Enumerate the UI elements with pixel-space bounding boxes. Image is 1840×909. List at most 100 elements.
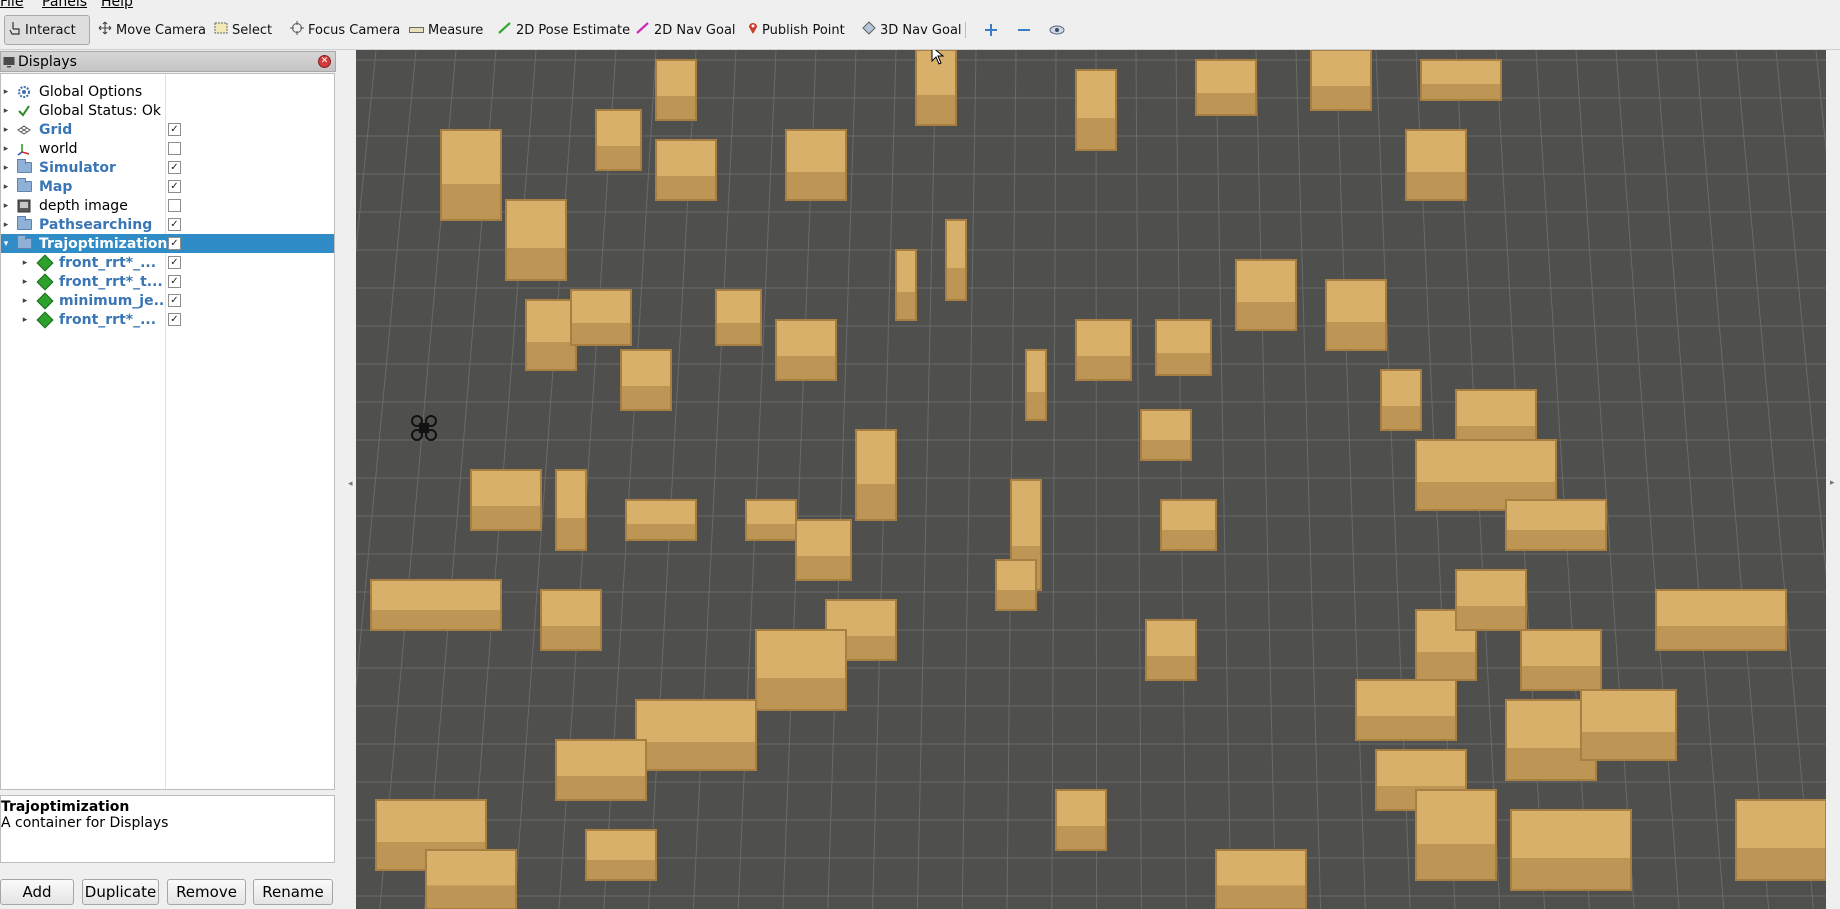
interact-button[interactable]: Interact [4,15,90,45]
add-button[interactable]: Add [0,879,74,905]
nav-goal-2d-button[interactable]: 2D Nav Goal [632,15,740,45]
display-item-trajoptimization[interactable]: ▾ Trajoptimization ✓ [1,234,334,253]
display-item-depth-image[interactable]: ▸ depth image [1,196,334,215]
move-camera-button[interactable]: Move Camera [94,15,210,45]
expand-arrow-icon[interactable]: ▸ [1,163,11,173]
voxel-shadow [1056,826,1106,850]
measure-button[interactable]: Measure [405,15,487,45]
remove-tool-button[interactable] [1011,16,1037,44]
front-rrt-3-checkbox[interactable]: ✓ [168,313,181,326]
display-item-front-rrt-2[interactable]: ▸ front_rrt*_t... ✓ [1,272,334,291]
front-rrt-1-checkbox[interactable]: ✓ [168,256,181,269]
duplicate-button[interactable]: Duplicate [82,879,159,905]
voxel-shadow [626,524,696,540]
collapse-arrow-icon[interactable]: ▾ [1,239,11,249]
voxel-shadow [1196,93,1256,115]
gear-icon [16,84,32,100]
voxel-obstacles [370,50,1826,909]
panel-splitter[interactable]: ◂ [336,51,356,909]
display-item-global-status[interactable]: ▸ Global Status: Ok [1,101,334,120]
ruler-icon [409,23,424,38]
select-button[interactable]: Select [210,15,276,45]
display-item-front-rrt-3[interactable]: ▸ front_rrt*_... ✓ [1,310,334,329]
minimum-jerk-checkbox[interactable]: ✓ [168,294,181,307]
focus-camera-button[interactable]: Focus Camera [286,15,404,45]
menu-help[interactable]: Help [101,0,133,10]
pathsearching-checkbox[interactable]: ✓ [168,218,181,231]
collapse-left-icon[interactable]: ◂ [348,479,353,489]
expand-arrow-icon[interactable]: ▸ [1,106,11,116]
depth-image-checkbox[interactable] [168,199,181,212]
expand-arrow-icon[interactable]: ▸ [1,87,11,97]
measure-label: Measure [428,22,484,38]
display-item-global-options[interactable]: ▸ Global Options [1,82,334,101]
display-item-front-rrt-1[interactable]: ▸ front_rrt*_... ✓ [1,253,334,272]
menubar: File Panels Help [0,0,1840,10]
voxel-shadow [1141,440,1191,460]
expand-arrow-icon[interactable]: ▸ [1,201,11,211]
pose-estimate-button[interactable]: 2D Pose Estimate [494,15,634,45]
grid-line [1255,50,1277,909]
remove-button[interactable]: Remove [167,879,246,905]
monitor-icon [3,56,15,67]
voxel-shadow [756,678,846,710]
voxel-shadow [471,506,541,530]
simulator-checkbox[interactable]: ✓ [168,161,181,174]
expand-arrow-icon[interactable]: ▸ [20,258,30,268]
expand-arrow-icon[interactable]: ▸ [1,125,11,135]
expand-arrow-icon[interactable]: ▸ [1,144,11,154]
checkmark-status-icon [16,103,32,119]
voxel-shadow [1456,606,1526,630]
scene-canvas[interactable] [356,50,1826,909]
view-options-button[interactable] [1044,16,1070,44]
menu-panels[interactable]: Panels [42,0,87,10]
expand-arrow-icon[interactable]: ▸ [1,220,11,230]
move-camera-label: Move Camera [116,22,207,38]
eye-icon [1049,25,1065,35]
voxel-shadow [746,524,796,540]
grid-line [737,50,777,909]
grid-line [1295,50,1322,909]
displays-title: Displays [18,53,77,70]
expand-arrow-icon[interactable]: ▸ [20,296,30,306]
display-item-grid[interactable]: ▸ Grid ✓ [1,120,334,139]
trajoptimization-checkbox[interactable]: ✓ [168,237,181,250]
menu-file[interactable]: File [0,0,23,10]
display-item-simulator[interactable]: ▸ Simulator ✓ [1,158,334,177]
world-checkbox[interactable] [168,142,181,155]
right-panel-handle[interactable]: ▸ [1826,50,1840,909]
voxel-shadow [621,386,671,410]
drone-icon [411,415,437,441]
display-item-pathsearching[interactable]: ▸ Pathsearching ✓ [1,215,334,234]
voxel-shadow [1311,86,1371,110]
expand-arrow-icon[interactable]: ▸ [1,182,11,192]
green-cube-icon [36,311,54,328]
collapse-right-icon[interactable]: ▸ [1830,478,1835,488]
display-item-map[interactable]: ▸ Map ✓ [1,177,334,196]
map-pin-icon [748,21,758,39]
display-item-label: Trajoptimization [39,235,168,252]
axes-icon [16,141,32,157]
display-item-minimum-jerk[interactable]: ▸ minimum_je... ✓ [1,291,334,310]
nav-goal-3d-button[interactable]: 3D Nav Goal [858,15,966,45]
display-item-world[interactable]: ▸ world [1,139,334,158]
display-item-label: Global Status: Ok [39,102,162,119]
front-rrt-2-checkbox[interactable]: ✓ [168,275,181,288]
diamond-icon [862,21,876,39]
grid-icon [16,122,32,138]
grid-checkbox[interactable]: ✓ [168,123,181,136]
grid-line [961,50,977,909]
voxel-shadow [856,484,896,520]
displays-tree: ▸ Global Options ▸ Global Status: Ok ▸ G… [0,73,335,790]
grid-line [1655,50,1725,909]
expand-arrow-icon[interactable]: ▸ [20,277,30,287]
publish-point-button[interactable]: Publish Point [744,15,849,45]
expand-arrow-icon[interactable]: ▸ [20,315,30,325]
focus-camera-label: Focus Camera [308,22,401,38]
3d-viewport[interactable] [356,50,1826,909]
add-tool-button[interactable] [978,16,1004,44]
close-panel-button[interactable]: ✕ [318,55,331,68]
rename-button[interactable]: Rename [253,879,333,905]
map-checkbox[interactable]: ✓ [168,180,181,193]
minus-icon [1018,29,1030,31]
